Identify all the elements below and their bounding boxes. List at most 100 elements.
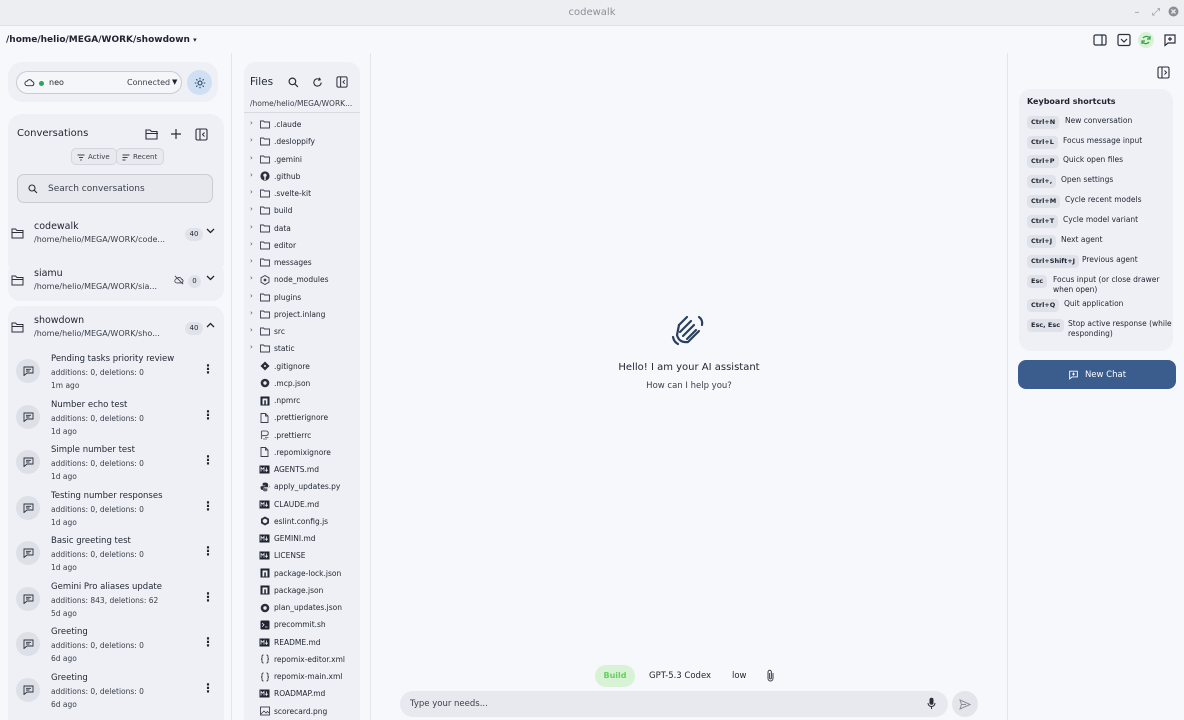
toggle-right-panel-icon[interactable] xyxy=(1157,66,1170,82)
file-node[interactable]: LICENSE xyxy=(244,547,360,564)
file-node[interactable]: plan_updates.json xyxy=(244,599,360,616)
file-node[interactable]: AGENTS.md xyxy=(244,461,360,478)
chevron-right-icon[interactable]: › xyxy=(250,343,253,351)
chevron-right-icon[interactable]: › xyxy=(250,326,253,334)
sync-icon[interactable] xyxy=(1138,32,1154,48)
project-group-siamu[interactable]: siamu /home/helio/MEGA/WORK/sia... 0 xyxy=(8,261,224,301)
add-icon[interactable] xyxy=(168,126,184,142)
file-node[interactable]: eslint.config.js xyxy=(244,513,360,530)
file-node[interactable]: .gitignore xyxy=(244,358,360,375)
folder-node[interactable]: › .gemini xyxy=(244,151,360,168)
folder-node[interactable]: › .desloppify xyxy=(244,133,360,150)
chevron-right-icon[interactable]: › xyxy=(250,309,253,317)
collapse-sidebar-icon[interactable] xyxy=(193,126,209,142)
collapse-files-icon[interactable] xyxy=(334,74,350,90)
more-options-icon[interactable]: ⋮ xyxy=(202,545,214,557)
conversation-item[interactable]: Gemini Pro aliases update additions: 843,… xyxy=(16,579,216,621)
search-icon[interactable] xyxy=(285,74,301,90)
file-node[interactable]: repomix-editor.xml xyxy=(244,651,360,668)
filter-recent-chip[interactable]: Recent xyxy=(116,148,165,165)
agent-mode-button[interactable]: Build xyxy=(595,665,635,687)
file-node[interactable]: package.json xyxy=(244,582,360,599)
conversation-item[interactable]: Number echo test additions: 0, deletions:… xyxy=(16,397,216,439)
chevron-right-icon[interactable]: › xyxy=(250,188,253,196)
message-input[interactable] xyxy=(410,696,910,712)
file-node[interactable]: repomix-main.xml xyxy=(244,668,360,685)
file-node[interactable]: .mcp.json xyxy=(244,375,360,392)
folder-node[interactable]: › static xyxy=(244,340,360,357)
chevron-right-icon[interactable]: › xyxy=(250,257,253,265)
more-options-icon[interactable]: ⋮ xyxy=(202,500,214,512)
chevron-right-icon[interactable]: › xyxy=(250,240,253,248)
file-node[interactable]: CLAUDE.md xyxy=(244,496,360,513)
folder-node[interactable]: › data xyxy=(244,220,360,237)
more-options-icon[interactable]: ⋮ xyxy=(202,636,214,648)
maximize-icon[interactable]: ⤢ xyxy=(1149,6,1163,20)
new-chat-button[interactable]: New Chat xyxy=(1018,360,1176,389)
minimize-icon[interactable]: – xyxy=(1130,6,1144,20)
search-input[interactable] xyxy=(48,181,208,197)
chevron-up-icon[interactable] xyxy=(206,321,215,331)
chevron-right-icon[interactable]: › xyxy=(250,205,253,213)
file-node[interactable]: .repomixignore xyxy=(244,444,360,461)
more-options-icon[interactable]: ⋮ xyxy=(202,363,214,375)
folder-node[interactable]: › plugins xyxy=(244,289,360,306)
conversation-item[interactable]: Greeting additions: 0, deletions: 0 6d ago… xyxy=(16,624,216,666)
filter-active-chip[interactable]: Active xyxy=(71,148,117,165)
server-selector[interactable]: neo Connected ▼ xyxy=(16,71,182,94)
project-path-selector[interactable]: /home/helio/MEGA/WORK/showdown ▾ xyxy=(6,35,197,45)
bottom-panel-icon[interactable] xyxy=(1116,32,1132,48)
file-node[interactable]: .prettierignore xyxy=(244,409,360,426)
conversation-item[interactable]: Basic greeting test additions: 0, deletio… xyxy=(16,533,216,575)
file-node[interactable]: GEMINI.md xyxy=(244,530,360,547)
chevron-right-icon[interactable]: › xyxy=(250,154,253,162)
model-selector[interactable]: GPT-5.3 Codex xyxy=(649,671,711,681)
file-node[interactable]: package-lock.json xyxy=(244,565,360,582)
chevron-right-icon[interactable]: › xyxy=(250,292,253,300)
folder-node[interactable]: › editor xyxy=(244,237,360,254)
panel-divider[interactable] xyxy=(231,53,232,720)
chevron-right-icon[interactable]: › xyxy=(250,171,253,179)
folder-node[interactable]: › messages xyxy=(244,254,360,271)
new-message-icon[interactable] xyxy=(1162,32,1178,48)
chevron-down-icon[interactable] xyxy=(206,274,215,284)
conversation-item[interactable]: Greeting additions: 0, deletions: 0 6d ago… xyxy=(16,670,216,712)
chevron-right-icon[interactable]: › xyxy=(250,274,253,282)
folder-node[interactable]: › .svelte-kit xyxy=(244,185,360,202)
conversation-search[interactable] xyxy=(17,174,213,203)
conversation-item[interactable]: Simple number test additions: 0, deletion… xyxy=(16,442,216,484)
file-node[interactable]: .npmrc xyxy=(244,392,360,409)
send-button[interactable] xyxy=(952,691,978,717)
message-input-bar[interactable] xyxy=(400,691,948,717)
folder-node[interactable]: › node_modules xyxy=(244,271,360,288)
project-group-codewalk[interactable]: codewalk /home/helio/MEGA/WORK/code... 4… xyxy=(8,214,224,254)
sidebar-layout-icon[interactable] xyxy=(1092,32,1108,48)
folder-node[interactable]: › .claude xyxy=(244,116,360,133)
file-node[interactable]: ROADMAP.md xyxy=(244,685,360,702)
chevron-down-icon[interactable] xyxy=(206,227,215,237)
project-group-showdown[interactable]: showdown /home/helio/MEGA/WORK/sho... 40 xyxy=(8,308,224,348)
close-icon[interactable] xyxy=(1166,6,1180,20)
open-folder-icon[interactable] xyxy=(144,126,160,142)
chevron-right-icon[interactable]: › xyxy=(250,136,253,144)
attach-icon[interactable] xyxy=(766,669,775,685)
more-options-icon[interactable]: ⋮ xyxy=(202,409,214,421)
microphone-icon[interactable] xyxy=(927,697,936,713)
conversation-item[interactable]: Pending tasks priority review additions: … xyxy=(16,351,216,393)
more-options-icon[interactable]: ⋮ xyxy=(202,591,214,603)
folder-node[interactable]: › project.inlang xyxy=(244,306,360,323)
file-node[interactable]: precommit.sh xyxy=(244,616,360,633)
settings-button[interactable] xyxy=(187,70,212,95)
file-node[interactable]: apply_updates.py xyxy=(244,478,360,495)
folder-node[interactable]: › .github xyxy=(244,168,360,185)
file-node[interactable]: README.md xyxy=(244,634,360,651)
file-node[interactable]: scorecard.png xyxy=(244,703,360,720)
chevron-right-icon[interactable]: › xyxy=(250,119,253,127)
more-options-icon[interactable]: ⋮ xyxy=(202,682,214,694)
file-node[interactable]: .prettierrc xyxy=(244,427,360,444)
effort-selector[interactable]: low xyxy=(732,671,747,681)
folder-node[interactable]: › build xyxy=(244,202,360,219)
folder-node[interactable]: › src xyxy=(244,323,360,340)
chevron-right-icon[interactable]: › xyxy=(250,223,253,231)
conversation-item[interactable]: Testing number responses additions: 0, de… xyxy=(16,488,216,530)
